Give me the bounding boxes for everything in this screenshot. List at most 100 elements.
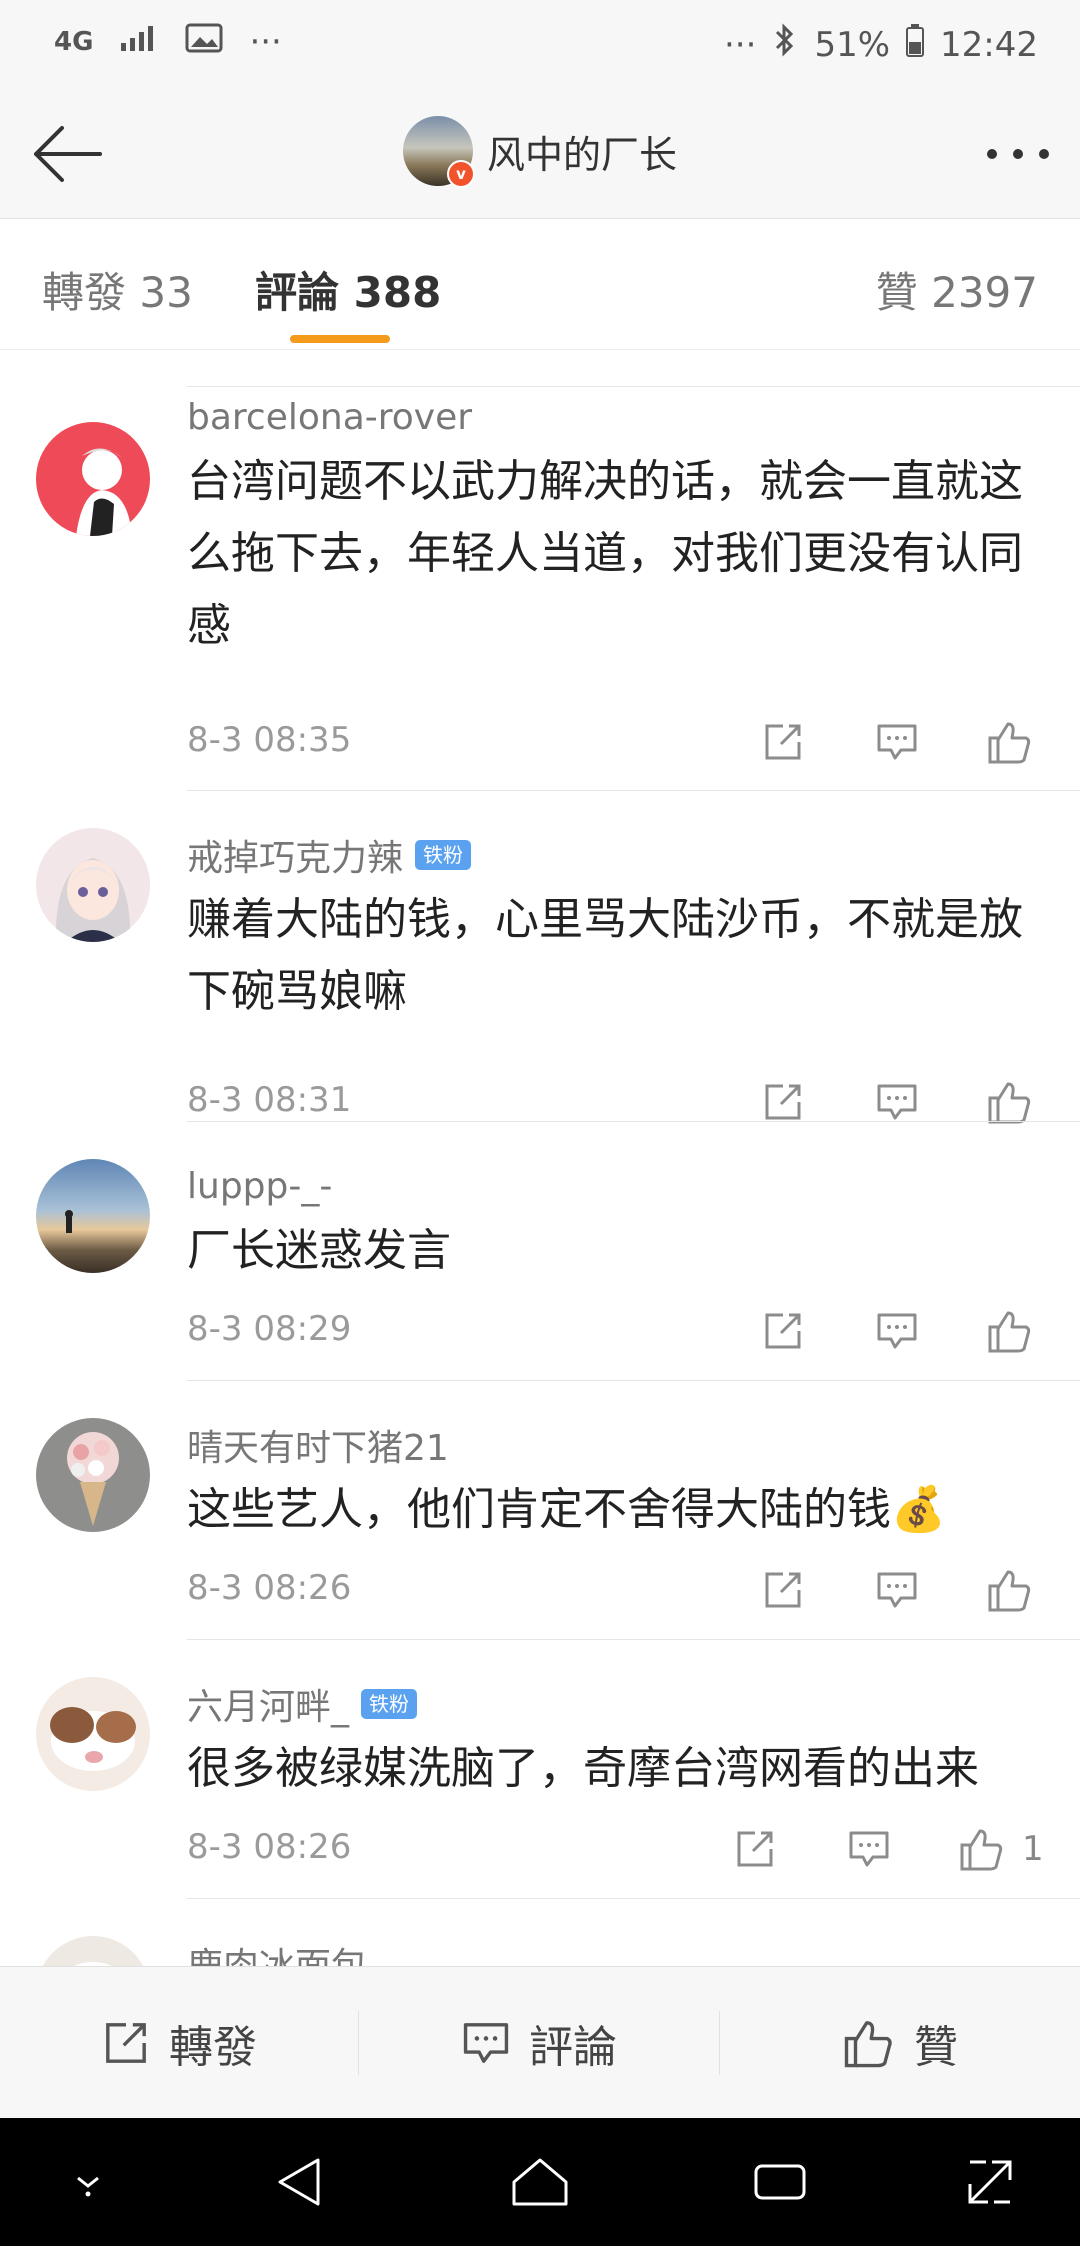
avatar[interactable]	[36, 1159, 150, 1273]
thumbs-up-icon	[988, 722, 1031, 764]
repost-button[interactable]: 轉發	[0, 1967, 358, 2119]
clock: 12:42	[940, 24, 1038, 65]
more-button[interactable]	[976, 112, 1060, 196]
avatar[interactable]	[36, 1418, 150, 1532]
comment-time: 8-3 08:31	[187, 1080, 352, 1120]
battery-percent: 51%	[814, 24, 891, 65]
like-button[interactable]	[980, 1301, 1040, 1361]
comment-username[interactable]: barcelona-rover	[187, 392, 1044, 442]
home-icon	[512, 2158, 568, 2206]
comment-button[interactable]: 評論	[359, 1967, 719, 2119]
signal-icon	[119, 22, 159, 62]
tab-bar: 轉發 33 評論 388 贊 2397	[0, 219, 1080, 350]
reply-button[interactable]	[839, 1819, 899, 1879]
more-status-icon: ···	[249, 22, 282, 62]
active-tab-indicator	[290, 335, 390, 343]
comment-text: 台湾问题不以武力解决的话，就会一直就这么拖下去，年轻人当道，对我们更没有认同感	[187, 456, 1023, 651]
comment-username[interactable]: 六月河畔_ 铁粉	[187, 1679, 1044, 1729]
hide-nav-button[interactable]	[48, 2142, 128, 2222]
share-out-icon	[765, 1572, 801, 1608]
comment-username[interactable]: 晴天有时下猪21	[187, 1420, 1044, 1470]
comment-bubble-icon	[877, 1313, 917, 1349]
like-button[interactable]	[980, 1560, 1040, 1620]
comment-meta: 8-3 08:29	[187, 1301, 1080, 1361]
like-label: 贊	[914, 2022, 958, 2073]
divider	[187, 1121, 1080, 1122]
like-count: 1	[1022, 1829, 1044, 1869]
comment-bubble-icon	[877, 1084, 917, 1120]
comment-bubble-icon	[849, 1831, 889, 1867]
bottom-action-bar: 轉發 評論 贊	[0, 1966, 1080, 2119]
comment-meta: 8-3 08:31	[187, 1072, 1080, 1132]
comment-list[interactable]: barcelona-rover 台湾问题不以武力解决的话，就会一直就这么拖下去，…	[0, 350, 1080, 1966]
share-out-icon	[106, 2023, 146, 2063]
comment-text: 赚着大陆的钱，心里骂大陆沙币，不就是放下碗骂娘嘛	[187, 894, 1023, 1017]
nav-recent-button[interactable]	[740, 2142, 820, 2222]
avatar[interactable]	[36, 422, 150, 536]
nav-home-button[interactable]	[500, 2142, 580, 2222]
post-author[interactable]: v 风中的厂长	[0, 116, 1080, 188]
image-icon	[185, 22, 223, 62]
recent-apps-icon	[754, 2164, 806, 2200]
page-title: 风中的厂长	[486, 132, 677, 177]
comment-username[interactable]: 戒掉巧克力辣 铁粉	[187, 830, 1044, 880]
avatar: v	[402, 116, 475, 188]
repost-button[interactable]	[725, 1819, 785, 1879]
comment-text: 厂长迷惑发言	[187, 1225, 451, 1276]
comment-meta: 8-3 08:26 1	[187, 1819, 1080, 1879]
share-out-icon	[737, 1831, 773, 1867]
like-button[interactable]	[980, 1072, 1040, 1132]
comment-meta: 8-3 08:26	[187, 1560, 1080, 1620]
comment-time: 8-3 08:29	[187, 1309, 352, 1349]
share-out-icon	[765, 1313, 801, 1349]
battery-icon	[906, 23, 925, 66]
reply-button[interactable]	[867, 1301, 927, 1361]
repost-button[interactable]	[753, 1072, 813, 1132]
avatar[interactable]	[36, 1936, 150, 1966]
comment-username[interactable]: luppp-_-	[187, 1161, 1044, 1211]
repost-button[interactable]	[753, 712, 813, 772]
bluetooth-icon	[772, 22, 798, 67]
tab-reposts[interactable]: 轉發 33	[42, 259, 193, 320]
comment-bubble-icon	[877, 724, 917, 760]
reply-button[interactable]	[867, 712, 927, 772]
comment-username[interactable]: 鹿肉冰面包	[187, 1938, 1044, 1966]
like-button[interactable]	[952, 1819, 1012, 1879]
verified-icon: v	[446, 160, 475, 188]
fan-badge: 铁粉	[361, 1689, 418, 1719]
more-dots-icon	[987, 149, 1049, 159]
triangle-back-icon	[278, 2158, 320, 2206]
avatar[interactable]	[36, 828, 150, 942]
comment-text: 很多被绿媒洗脑了，奇摩台湾网看的出来	[187, 1743, 979, 1794]
like-button[interactable]	[980, 712, 1040, 772]
reply-button[interactable]	[867, 1560, 927, 1620]
comment-meta: 8-3 08:35	[187, 712, 1080, 772]
fan-badge: 铁粉	[415, 840, 472, 870]
repost-button[interactable]	[753, 1560, 813, 1620]
thumbs-up-icon	[988, 1082, 1031, 1124]
comment-label: 評論	[529, 2022, 617, 2073]
partial-comment	[187, 350, 1080, 387]
nav-back-button[interactable]	[260, 2142, 340, 2222]
comment-bubble-icon	[463, 2023, 509, 2063]
chevron-down-icon	[77, 2176, 99, 2197]
network-4g-icon: 4G	[54, 27, 94, 57]
tab-likes[interactable]: 贊 2397	[876, 259, 1038, 320]
system-nav-bar	[0, 2118, 1080, 2246]
avatar[interactable]	[36, 1677, 150, 1791]
tab-comments[interactable]: 評論 388	[255, 259, 441, 320]
thumbs-up-icon	[960, 1829, 1003, 1871]
comment-text: 这些艺人，他们肯定不舍得大陆的钱💰	[187, 1484, 946, 1535]
nav-expand-button[interactable]	[950, 2142, 1030, 2222]
comment-time: 8-3 08:26	[187, 1827, 352, 1867]
repost-button[interactable]	[753, 1301, 813, 1361]
divider	[187, 1639, 1080, 1640]
reply-button[interactable]	[867, 1072, 927, 1132]
title-bar: v 风中的厂长	[0, 90, 1080, 219]
more-status-icon: ···	[724, 24, 757, 65]
status-bar: 4G ··· ··· 51% 12:42	[0, 0, 1080, 90]
like-button[interactable]: 贊	[720, 1967, 1080, 2119]
thumbs-up-icon	[844, 2021, 892, 2068]
thumbs-up-icon	[988, 1570, 1031, 1612]
divider	[187, 1898, 1080, 1899]
